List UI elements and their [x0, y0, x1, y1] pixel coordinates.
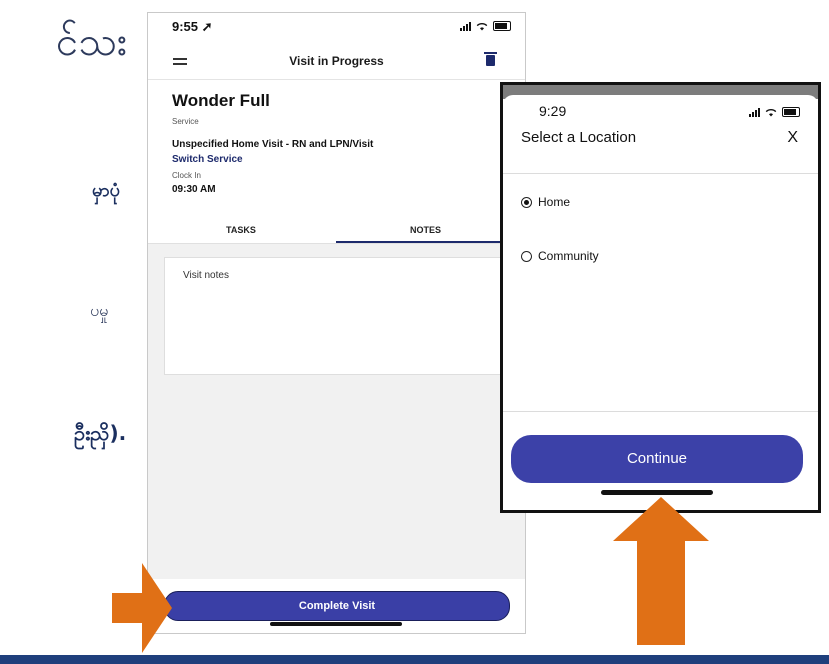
tab-tasks[interactable]: TASKS — [226, 225, 256, 235]
close-icon[interactable]: X — [787, 129, 798, 147]
location-option-community[interactable]: Community — [521, 249, 599, 263]
status-icons — [749, 107, 800, 117]
radio-unselected-icon[interactable] — [521, 250, 532, 262]
status-bar: 9:55 ➚ — [148, 13, 525, 45]
active-tab-indicator — [336, 241, 525, 243]
status-time: 9:29 — [539, 103, 567, 119]
radio-selected-icon[interactable] — [521, 196, 532, 208]
battery-icon — [782, 107, 800, 117]
divider — [503, 411, 818, 412]
signal-icon — [749, 107, 760, 117]
visit-in-progress-screen: 9:55 ➚ Visit in Progress Wonder Full Ser… — [147, 12, 526, 634]
location-option-label: Home — [538, 195, 571, 209]
select-location-screen: 9:29 Select a Location X Home Community … — [500, 82, 821, 513]
visit-notes-field[interactable]: Visit notes — [164, 257, 525, 375]
slide-text-line: ပမှု — [90, 301, 109, 320]
app-header: Visit in Progress — [148, 45, 525, 80]
status-icons — [460, 21, 511, 31]
tab-notes[interactable]: NOTES — [410, 225, 441, 235]
arrow-right-icon — [112, 563, 172, 653]
service-label: Service — [172, 117, 199, 126]
arrow-up-icon — [613, 497, 709, 645]
wifi-icon — [765, 108, 777, 116]
trash-icon[interactable] — [484, 52, 497, 66]
tab-bar: TASKS NOTES — [148, 219, 525, 244]
location-title: Select a Location — [521, 129, 637, 146]
slide-text-line: မှာပုံ — [92, 180, 120, 201]
visit-notes-placeholder: Visit notes — [183, 270, 229, 281]
divider — [503, 173, 818, 174]
slide-text-line: ဦးညှိ). — [74, 421, 127, 445]
slide-heading-text: င်သး — [56, 19, 128, 65]
clock-in-value: 09:30 AM — [172, 184, 216, 195]
battery-icon — [493, 21, 511, 31]
wifi-icon — [476, 22, 488, 30]
home-indicator — [601, 490, 713, 495]
home-indicator — [270, 622, 402, 626]
client-name: Wonder Full — [172, 91, 270, 110]
continue-button[interactable]: Continue — [511, 435, 803, 483]
complete-visit-button[interactable]: Complete Visit — [164, 591, 510, 621]
footer-bar — [0, 655, 829, 664]
location-option-home[interactable]: Home — [521, 195, 570, 209]
status-time: 9:55 ➚ — [172, 19, 213, 34]
location-option-label: Community — [538, 249, 599, 263]
page-title: Visit in Progress — [289, 54, 384, 68]
service-value: Unspecified Home Visit - RN and LPN/Visi… — [172, 139, 374, 150]
clock-in-label: Clock In — [172, 171, 201, 180]
switch-service-link[interactable]: Switch Service — [172, 154, 243, 165]
signal-icon — [460, 21, 471, 31]
